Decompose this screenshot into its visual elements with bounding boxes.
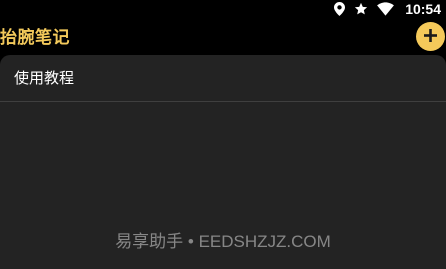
plus-icon [424,27,437,46]
star-icon [354,2,368,16]
note-title: 使用教程 [14,69,75,87]
wifi-icon [377,2,395,16]
status-time: 10:54 [405,1,441,17]
add-note-button[interactable] [416,22,445,51]
location-icon [334,2,346,16]
watermark-text: 易享助手 • EEDSHZJZ.COM [115,232,331,251]
status-bar: 10:54 [0,0,446,18]
app-header: 抬腕笔记 [0,18,446,54]
divider [0,101,446,102]
app-title: 抬腕笔记 [0,28,70,48]
list-item[interactable]: 使用教程 [0,55,446,101]
